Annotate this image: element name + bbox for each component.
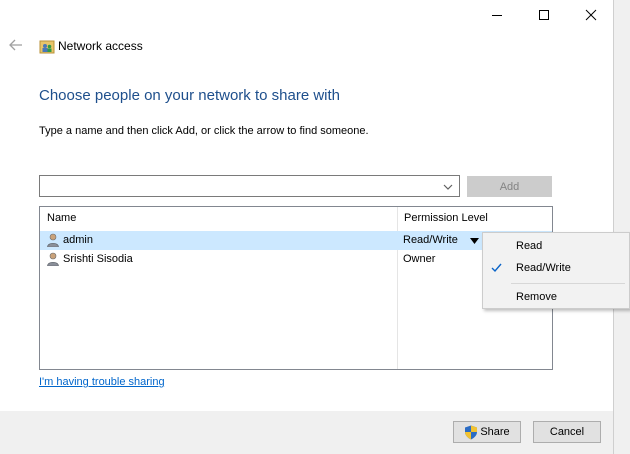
menu-item-read-write[interactable]: Read/Write [483, 257, 629, 279]
window-border [613, 0, 614, 454]
add-button[interactable]: Add [467, 176, 552, 197]
permission-level[interactable]: Read/Write [403, 234, 458, 246]
share-button[interactable]: Share [453, 421, 521, 443]
dialog-footer: Share Cancel [0, 411, 613, 454]
minimize-button[interactable] [474, 2, 519, 28]
user-name: Srishti Sisodia [63, 253, 133, 265]
sharing-list: Name Permission Level admin Read/Write S… [39, 206, 553, 370]
user-icon [47, 252, 59, 266]
column-header-permission[interactable]: Permission Level [404, 212, 488, 224]
menu-separator [511, 283, 625, 284]
menu-item-label: Read [516, 240, 543, 252]
page-heading: Choose people on your network to share w… [39, 87, 341, 104]
instruction-text: Type a name and then click Add, or click… [39, 125, 369, 137]
menu-item-remove[interactable]: Remove [483, 286, 629, 308]
cancel-button-label: Cancel [549, 426, 585, 438]
user-name: admin [63, 234, 93, 246]
name-combobox[interactable] [39, 175, 460, 197]
back-button[interactable] [8, 37, 24, 53]
window-title: Network access [58, 39, 143, 53]
minimize-icon [491, 15, 502, 16]
maximize-button[interactable] [521, 2, 566, 28]
checkmark-icon [491, 263, 502, 273]
back-arrow-icon [9, 39, 22, 51]
column-header-name[interactable]: Name [47, 212, 76, 224]
share-button-label: Share [480, 426, 510, 438]
permission-menu: Read Read/Write Remove [482, 232, 630, 309]
table-row[interactable]: admin Read/Write [40, 231, 552, 250]
dropdown-arrow-button[interactable] [443, 181, 453, 191]
maximize-icon [538, 10, 549, 20]
network-access-window: Network access Choose people on your net… [0, 0, 613, 454]
menu-item-label: Remove [516, 291, 557, 303]
cancel-button[interactable]: Cancel [533, 421, 601, 443]
trouble-sharing-link[interactable]: I'm having trouble sharing [39, 376, 165, 388]
permission-level: Owner [403, 253, 436, 265]
caret-down-icon[interactable] [470, 238, 479, 244]
chevron-down-icon [443, 184, 453, 190]
close-icon [585, 9, 596, 21]
network-sharing-icon [39, 38, 55, 54]
table-row[interactable]: Srishti Sisodia Owner [40, 250, 552, 269]
menu-item-label: Read/Write [516, 262, 571, 274]
close-button[interactable] [568, 2, 613, 28]
user-icon [47, 233, 59, 247]
name-input[interactable] [42, 177, 441, 196]
uac-shield-icon [465, 425, 478, 439]
menu-item-read[interactable]: Read [483, 235, 629, 257]
